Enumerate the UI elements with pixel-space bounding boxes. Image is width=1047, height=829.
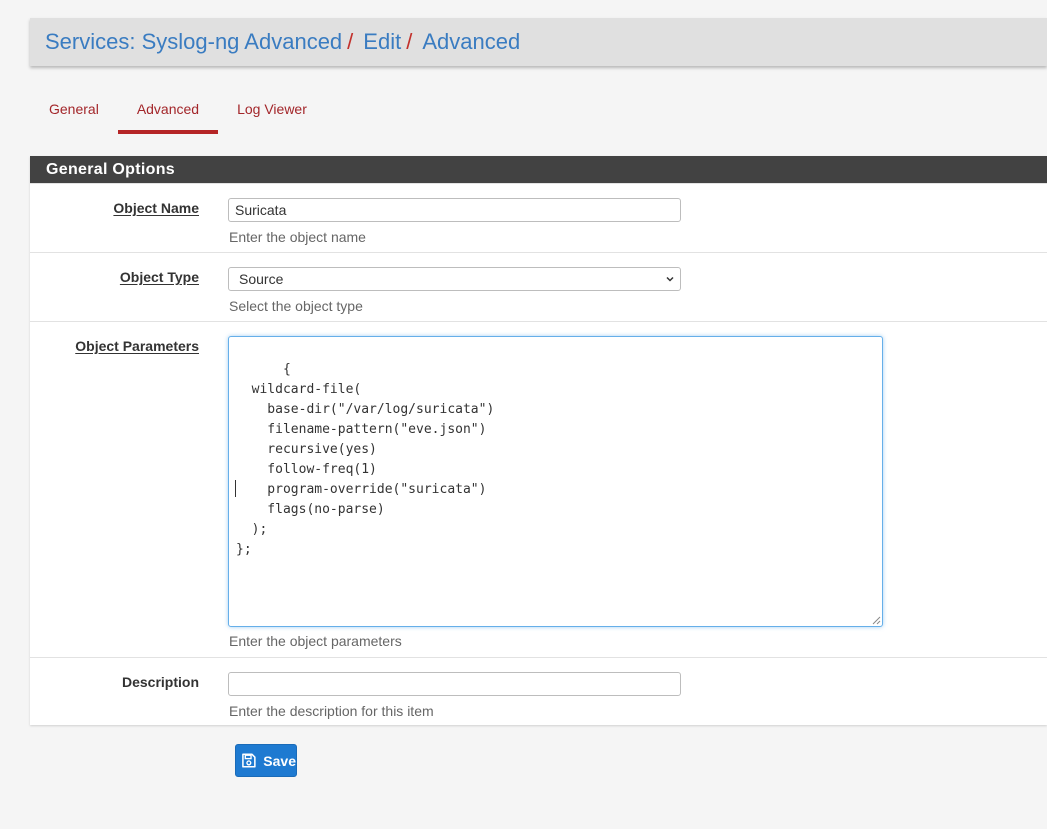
tab-advanced[interactable]: Advanced [117,92,219,134]
breadcrumb-item-services[interactable]: Services: Syslog-ng Advanced [45,29,342,55]
object-parameters-label: Object Parameters [75,338,199,354]
object-name-help: Enter the object name [229,229,366,245]
object-type-selected: Source [239,271,284,287]
object-name-label: Object Name [113,200,199,216]
object-type-row: Object Type Source Select the object typ… [30,252,1047,321]
panel-heading: General Options [30,156,1047,183]
chevron-down-icon [666,276,674,282]
tab-bar: General Advanced Log Viewer [30,92,326,136]
object-parameters-row: Object Parameters { wildcard-file( base-… [30,321,1047,657]
description-label: Description [121,674,199,690]
text-cursor [235,480,236,497]
object-parameters-textarea[interactable]: { wildcard-file( base-dir("/var/log/suri… [228,336,883,627]
save-button[interactable]: Save [235,744,297,777]
description-row: Description Enter the description for th… [30,657,1047,725]
object-parameters-help: Enter the object parameters [229,633,402,649]
breadcrumb-separator: / [406,29,413,54]
tab-general[interactable]: General [30,92,118,134]
floppy-disk-icon [242,753,256,768]
breadcrumb: Services: Syslog-ng Advanced / Edit / Ad… [30,18,1047,66]
object-type-help: Select the object type [229,298,363,314]
resize-grip-icon[interactable] [871,615,881,625]
object-parameters-value: { wildcard-file( base-dir("/var/log/suri… [236,362,495,557]
description-help: Enter the description for this item [229,703,434,719]
breadcrumb-item-advanced[interactable]: Advanced [422,29,520,55]
description-input[interactable] [228,672,681,696]
object-type-label: Object Type [119,269,199,285]
general-options-panel: General Options Object Name Suricata Ent… [30,156,1047,725]
tab-log-viewer[interactable]: Log Viewer [218,92,326,134]
object-name-input[interactable]: Suricata [228,198,681,222]
object-type-select[interactable]: Source [228,267,681,291]
object-name-row: Object Name Suricata Enter the object na… [30,183,1047,252]
breadcrumb-item-edit[interactable]: Edit [363,29,401,55]
save-button-label: Save [263,752,296,769]
breadcrumb-separator: / [347,29,354,54]
